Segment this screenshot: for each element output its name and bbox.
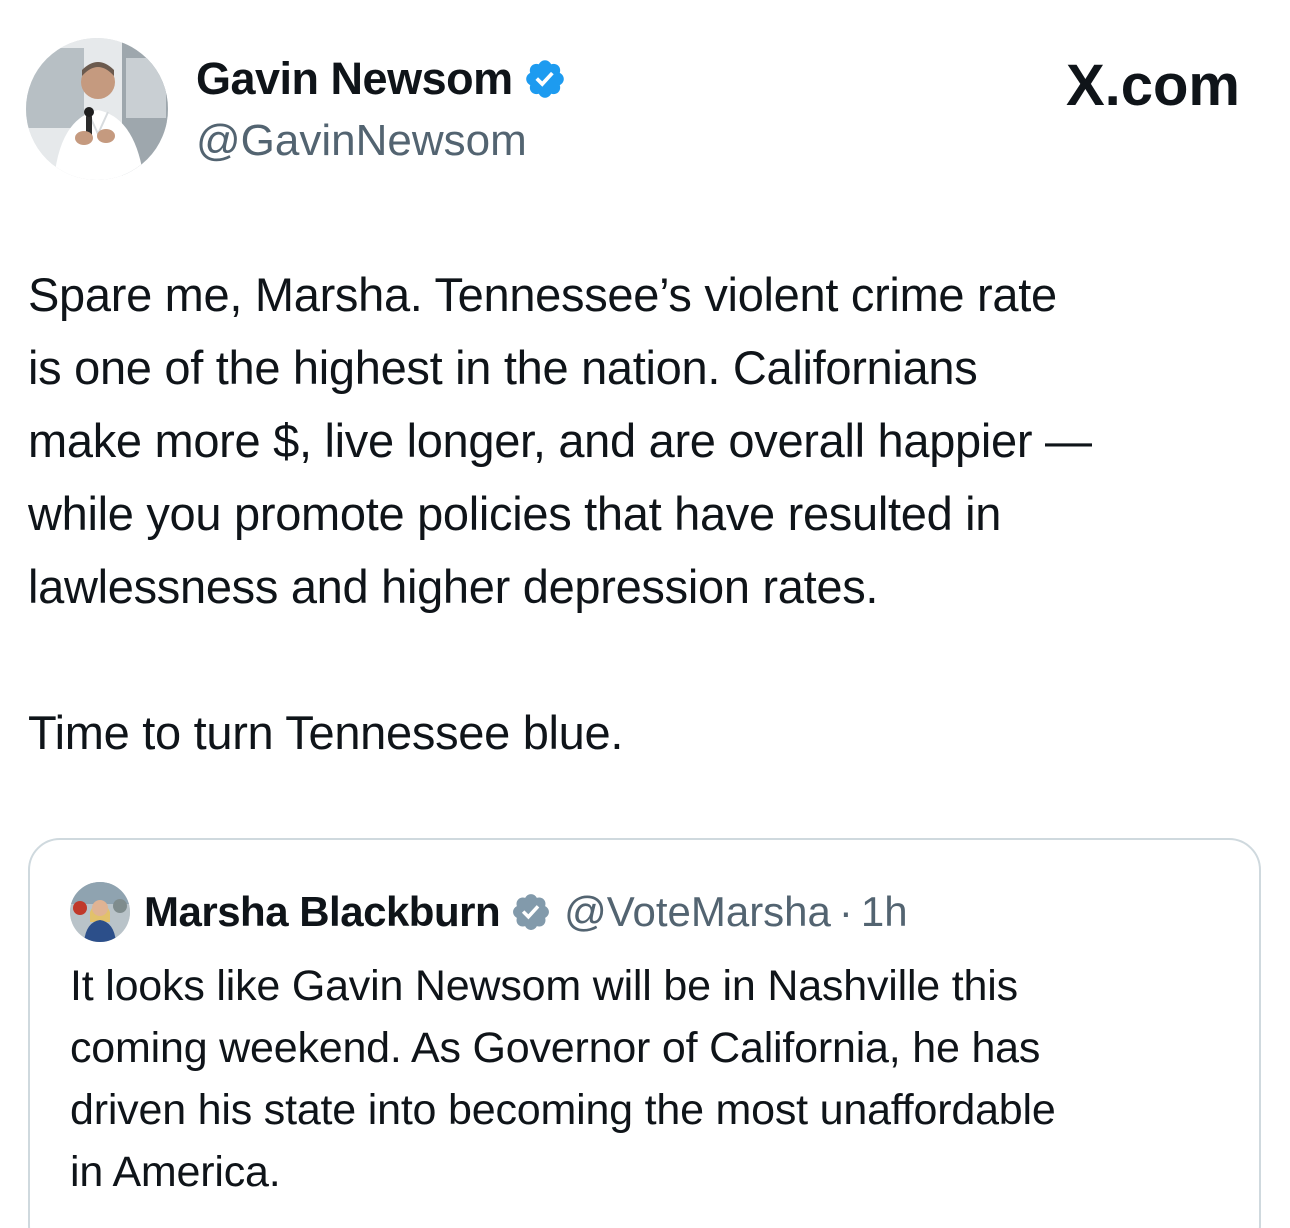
tweet-screenshot: Gavin Newsom @GavinNewsom X.com Spare me… xyxy=(0,0,1290,1228)
quoted-author-name[interactable]: Marsha Blackburn xyxy=(144,888,501,936)
x-com-logo: X.com xyxy=(1066,56,1240,116)
quoted-tweet-header: Marsha Blackburn @VoteMarsha · 1h xyxy=(70,882,908,942)
author-name-row: Gavin Newsom xyxy=(196,52,567,106)
source-logo-text: X.com xyxy=(1065,53,1240,118)
quoted-avatar[interactable] xyxy=(70,882,130,942)
quoted-tweet-text: It looks like Gavin Newsom will be in Na… xyxy=(70,962,1056,1196)
author-handle[interactable]: @GavinNewsom xyxy=(196,115,527,167)
quoted-timestamp[interactable]: 1h xyxy=(861,888,908,936)
verified-gray-badge-icon xyxy=(513,894,550,930)
avatar-photo-icon xyxy=(26,38,168,180)
tweet-paragraph: Time to turn Tennessee blue. xyxy=(28,706,624,759)
quoted-author-handle[interactable]: @VoteMarsha xyxy=(564,888,831,936)
quoted-tweet-card[interactable]: Marsha Blackburn @VoteMarsha · 1h It loo… xyxy=(28,838,1261,1228)
separator-dot: · xyxy=(838,888,853,935)
verified-badge-icon xyxy=(525,60,564,98)
tweet-paragraph: Spare me, Marsha. Tennessee’s violent cr… xyxy=(28,268,1092,613)
quoted-avatar-photo-icon xyxy=(70,882,130,942)
avatar[interactable] xyxy=(26,38,168,180)
tweet-body: Spare me, Marsha. Tennessee’s violent cr… xyxy=(28,258,1268,769)
author-name[interactable]: Gavin Newsom xyxy=(196,52,513,106)
